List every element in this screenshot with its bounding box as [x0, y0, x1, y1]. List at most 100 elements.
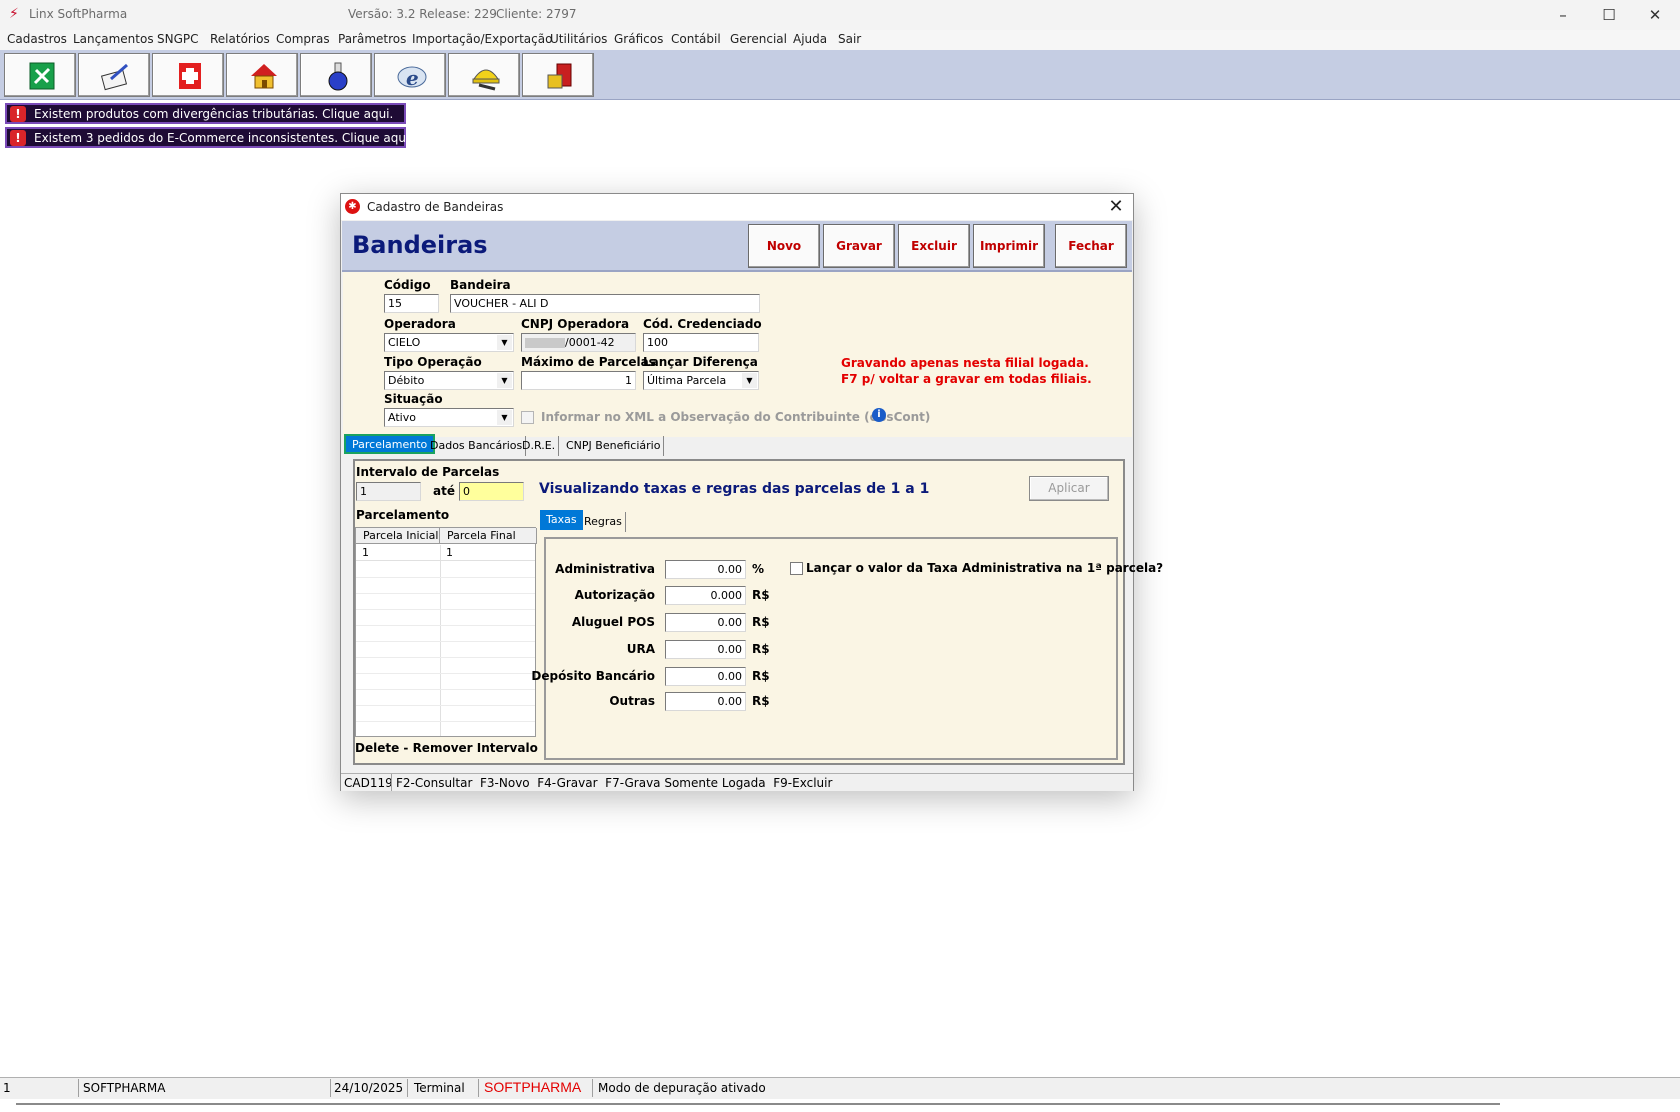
menu-lancamentos[interactable]: Lançamentos	[73, 32, 154, 46]
tab-regras[interactable]: Regras	[581, 512, 626, 532]
tipo-operacao-select[interactable]: Débito ▼	[384, 371, 514, 390]
page-title: Bandeiras	[352, 231, 488, 259]
menu-cadastros[interactable]: Cadastros	[7, 32, 67, 46]
taxa-field-aluguel-pos[interactable]: 0.00	[665, 613, 746, 632]
taxa-label-ura: URA	[626, 642, 655, 656]
xml-obs-checkbox[interactable]	[521, 411, 534, 424]
redacted-block	[525, 338, 565, 348]
menu-sair[interactable]: Sair	[838, 32, 861, 46]
filial-warning-line2: F7 p/ voltar a gravar em todas filiais.	[841, 372, 1092, 386]
dialog-close-icon[interactable]: ✕	[1105, 196, 1127, 218]
toolbar-button-8[interactable]	[522, 53, 594, 97]
menu-gerencial[interactable]: Gerencial	[730, 32, 787, 46]
toolbar-button-5[interactable]	[300, 53, 372, 97]
situacao-select[interactable]: Ativo ▼	[384, 408, 514, 427]
fechar-button[interactable]: Fechar	[1055, 224, 1127, 268]
codigo-label: Código	[384, 278, 431, 292]
intervalo-ate-field[interactable]: 0	[459, 482, 524, 501]
credenciado-field[interactable]: 100	[643, 333, 759, 352]
taxa-field-outras[interactable]: 0.00	[665, 692, 746, 711]
menu-sngpc[interactable]: SNGPC	[157, 32, 199, 46]
window-titlebar: ⚡ Linx SoftPharma Versão: 3.2 Release: 2…	[0, 0, 1680, 30]
close-window-button[interactable]: ✕	[1632, 0, 1678, 30]
chevron-down-icon[interactable]: ▼	[497, 373, 512, 388]
status-date: 24/10/2025	[334, 1081, 404, 1095]
menu-ajuda[interactable]: Ajuda	[793, 32, 827, 46]
menu-graficos[interactable]: Gráficos	[614, 32, 663, 46]
toolbar-button-2[interactable]	[78, 53, 150, 97]
excluir-button[interactable]: Excluir	[898, 224, 970, 268]
dialog-titlebar: ✱ Cadastro de Bandeiras ✕	[341, 194, 1133, 220]
tab-cnpj-beneficiario[interactable]: CNPJ Beneficiário	[563, 436, 665, 456]
bandeira-label: Bandeira	[450, 278, 511, 292]
menu-relatorios[interactable]: Relatórios	[210, 32, 270, 46]
cnpj-field[interactable]: /0001-42	[521, 333, 636, 352]
taxa-unit-outras: R$	[752, 694, 770, 708]
intervalo-label: Intervalo de Parcelas	[356, 465, 500, 479]
menu-parametros[interactable]: Parâmetros	[338, 32, 406, 46]
tab-dre[interactable]: D.R.E.	[519, 436, 560, 456]
gravar-button[interactable]: Gravar	[823, 224, 895, 268]
nfe-icon: e	[397, 66, 427, 90]
table-row[interactable]: 1 1	[356, 545, 535, 561]
tab-dados-bancarios[interactable]: Dados Bancários	[427, 436, 527, 456]
parcelamento-grid-label: Parcelamento	[356, 508, 450, 522]
delete-hint: Delete - Remover Intervalo	[355, 741, 538, 755]
helmet-icon	[472, 69, 500, 91]
lancar-taxa-checkbox[interactable]	[790, 562, 803, 575]
aplicar-button[interactable]: Aplicar	[1029, 476, 1109, 501]
dialog-header: Bandeiras Novo Gravar Excluir Imprimir F…	[342, 221, 1132, 272]
intervalo-de-field[interactable]: 1	[356, 482, 421, 501]
menu-contabil[interactable]: Contábil	[671, 32, 721, 46]
novo-button[interactable]: Novo	[748, 224, 820, 268]
taxa-unit-autorizacao: R$	[752, 588, 770, 602]
max-parcelas-field[interactable]: 1	[521, 371, 636, 390]
status-separator	[391, 774, 392, 791]
grid-header-final[interactable]: Parcela Final	[440, 528, 537, 544]
chevron-down-icon[interactable]: ▼	[497, 410, 512, 425]
alert-icon: !	[10, 130, 26, 146]
minimize-button[interactable]: –	[1540, 0, 1586, 30]
toolbar-button-4[interactable]	[226, 53, 298, 97]
toolbar-button-7[interactable]	[448, 53, 520, 97]
taxa-label-deposito: Depósito Bancário	[531, 669, 655, 683]
grid-header-inicial[interactable]: Parcela Inicial	[356, 528, 440, 544]
taxa-field-deposito[interactable]: 0.00	[665, 667, 746, 686]
maximize-button[interactable]: ☐	[1586, 0, 1632, 30]
main-statusbar: 1 SOFTPHARMA 24/10/2025 Terminal SOFTPHA…	[0, 1077, 1680, 1099]
menu-importacao[interactable]: Importação/Exportação	[412, 32, 552, 46]
alert-ecommerce-orders[interactable]: ! Existem 3 pedidos do E-Commerce incons…	[5, 127, 413, 148]
lancar-diferenca-select[interactable]: Última Parcela ▼	[643, 371, 759, 390]
operadora-select[interactable]: CIELO ▼	[384, 333, 514, 352]
menu-compras[interactable]: Compras	[276, 32, 330, 46]
toolbar-button-6[interactable]: e	[374, 53, 446, 97]
taxa-field-administrativa[interactable]: 0.00	[665, 560, 746, 579]
toolbar-button-3[interactable]	[152, 53, 224, 97]
imprimir-button[interactable]: Imprimir	[973, 224, 1045, 268]
menu-utilitarios[interactable]: Utilitários	[550, 32, 607, 46]
shortcut-hints: F2-Consultar F3-Novo F4-Gravar F7-Grava …	[396, 776, 833, 790]
taxa-label-aluguel-pos: Aluguel POS	[571, 615, 655, 629]
horizontal-scrollbar[interactable]	[16, 1103, 1500, 1105]
toolbar-button-1[interactable]	[4, 53, 76, 97]
grid-empty-rows	[356, 562, 535, 735]
tab-taxas[interactable]: Taxas	[540, 510, 583, 530]
chevron-down-icon[interactable]: ▼	[742, 373, 757, 388]
parcelamento-grid[interactable]: Parcela Inicial Parcela Final 1 1	[355, 527, 537, 737]
lancar-diferenca-label: Lançar Diferença	[643, 355, 758, 369]
codigo-field[interactable]: 15	[384, 294, 439, 313]
bandeira-field[interactable]: VOUCHER - ALI D	[450, 294, 760, 313]
taxa-field-ura[interactable]: 0.00	[665, 640, 746, 659]
tab-parcelamento[interactable]: Parcelamento	[344, 434, 436, 454]
taxa-label-autorizacao: Autorização	[574, 588, 655, 602]
red-cross-icon	[179, 63, 201, 89]
info-icon[interactable]: i	[872, 408, 886, 422]
alert-tax-divergence[interactable]: ! Existem produtos com divergências trib…	[5, 103, 406, 124]
taxa-field-autorizacao[interactable]: 0.000	[665, 586, 746, 605]
taxa-unit-deposito: R$	[752, 669, 770, 683]
chevron-down-icon[interactable]: ▼	[497, 335, 512, 350]
menu-bar: Cadastros Lançamentos SNGPC Relatórios C…	[0, 30, 1680, 50]
lancar-taxa-label: Lançar o valor da Taxa Administrativa na…	[806, 561, 1164, 575]
status-separator	[478, 1079, 479, 1097]
status-user: SOFTPHARMA	[83, 1081, 166, 1095]
